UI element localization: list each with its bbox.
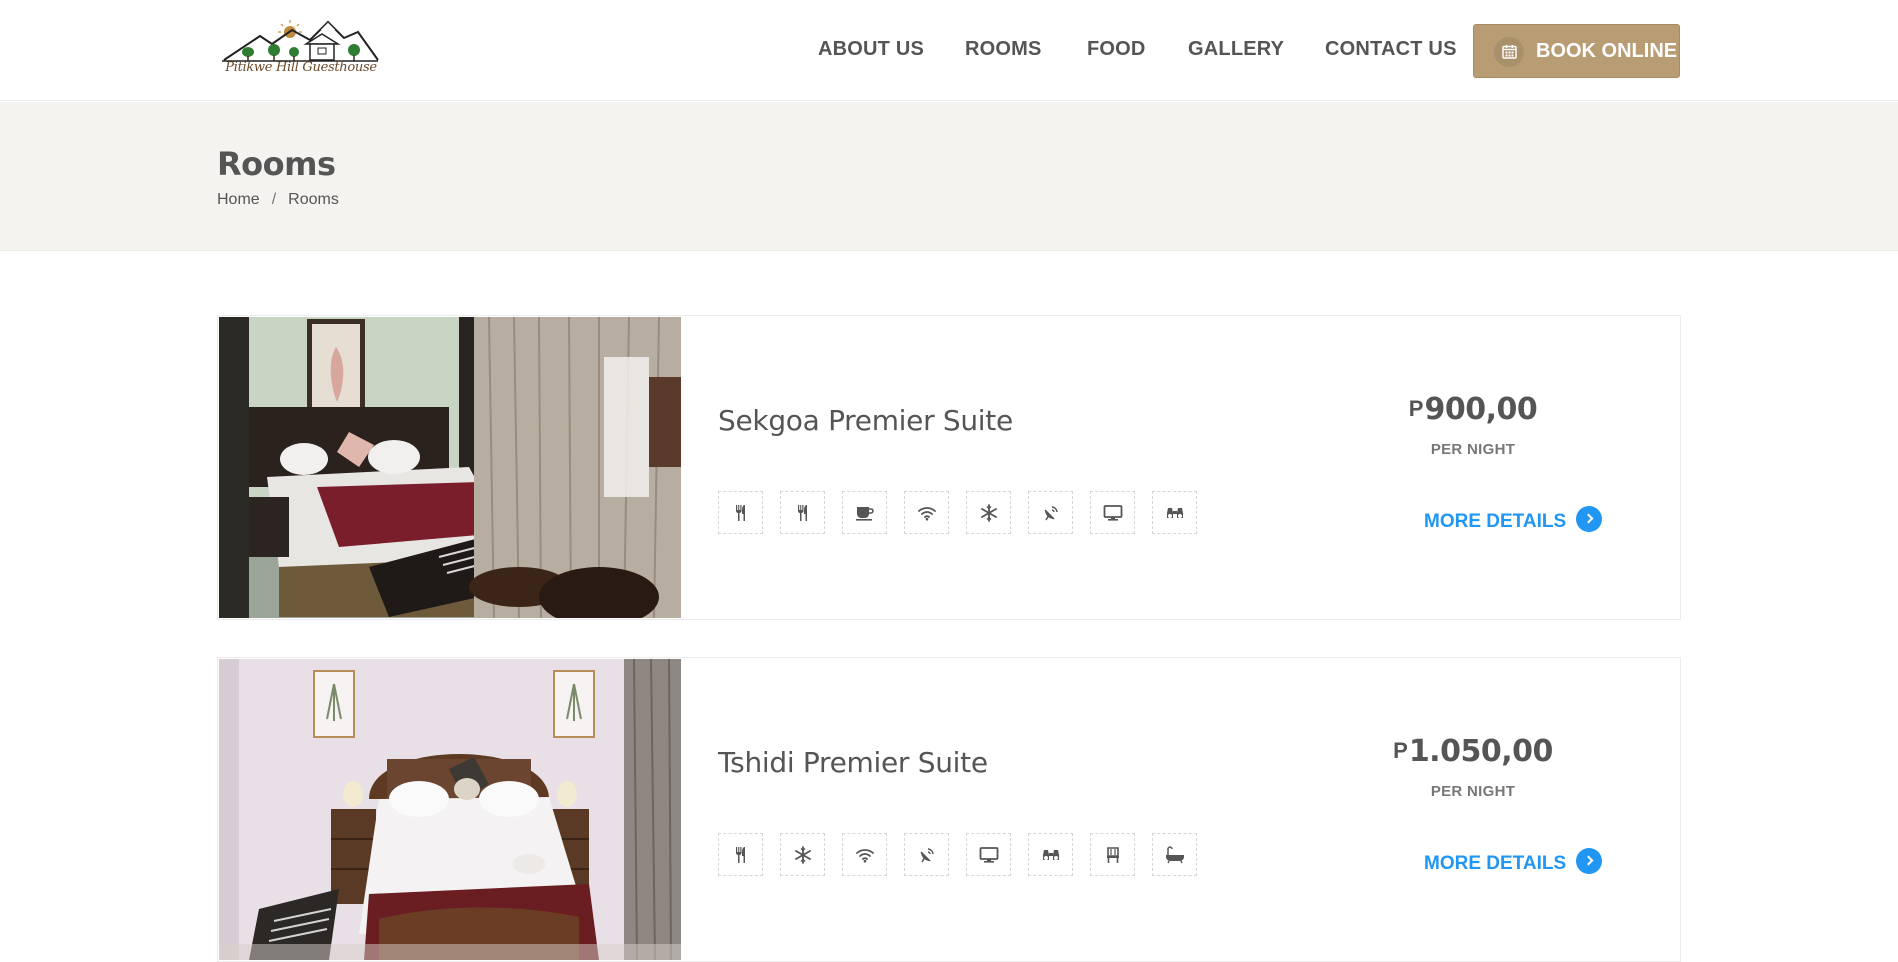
bathtub-icon [1152, 833, 1197, 876]
chevron-right-circle-icon [1576, 848, 1603, 874]
more-details-link[interactable]: MORE DETAILS [1424, 848, 1603, 875]
snowflake-icon [966, 491, 1011, 534]
room-price: P900,00 [1373, 392, 1573, 427]
page-title-band: Rooms Home / Rooms [0, 102, 1898, 251]
price-amount: 900,00 [1424, 392, 1538, 427]
site-logo[interactable]: Pitikwe Hill Guesthouse [220, 14, 380, 88]
price-amount: 1.050,00 [1408, 734, 1554, 769]
room-card-tshidi: Tshidi Premier Suite P1.050,00 PER NIGHT… [217, 657, 1681, 962]
room-card-sekgoa: Sekgoa Premier Suite P900,00 PER NIGHT M… [217, 315, 1681, 620]
logo-text: Pitikwe Hill Guesthouse [225, 60, 377, 75]
satellite-dish-icon [1028, 491, 1073, 534]
mountain-house-logo-icon [222, 20, 379, 62]
monitor-icon [1090, 491, 1135, 534]
room-price: P1.050,00 [1373, 734, 1573, 769]
chevron-right-circle-icon [1576, 506, 1603, 532]
snowflake-icon [780, 833, 825, 876]
coffee-cup-icon [842, 491, 887, 534]
nav-gallery[interactable]: GALLERY [1188, 38, 1284, 61]
book-online-button[interactable]: BOOK ONLINE [1473, 24, 1680, 78]
binoculars-icon [1028, 833, 1073, 876]
room-photo-tshidi[interactable] [219, 659, 681, 960]
room-name[interactable]: Tshidi Premier Suite [718, 746, 988, 779]
chair-icon [1090, 833, 1135, 876]
more-details-label: MORE DETAILS [1424, 511, 1567, 532]
wifi-icon [904, 491, 949, 534]
breadcrumb-current: Rooms [288, 191, 339, 208]
monitor-icon [966, 833, 1011, 876]
nav-contact-us[interactable]: CONTACT US [1325, 38, 1457, 61]
more-details-label: MORE DETAILS [1424, 853, 1567, 874]
nav-about-us[interactable]: ABOUT US [818, 38, 924, 61]
binoculars-icon [1152, 491, 1197, 534]
currency-symbol: P [1393, 738, 1408, 763]
nav-rooms[interactable]: ROOMS [965, 38, 1042, 61]
room-name[interactable]: Sekgoa Premier Suite [718, 404, 1013, 437]
page-title: Rooms [217, 145, 336, 183]
breadcrumb-home-link[interactable]: Home [217, 191, 260, 208]
wifi-icon [842, 833, 887, 876]
nav-food[interactable]: FOOD [1087, 38, 1146, 61]
price-unit: PER NIGHT [1430, 783, 1516, 800]
satellite-dish-icon [904, 833, 949, 876]
cutlery-icon [780, 491, 825, 534]
currency-symbol: P [1408, 396, 1424, 421]
more-details-link[interactable]: MORE DETAILS [1424, 506, 1603, 533]
site-header: Pitikwe Hill Guesthouse ABOUT US ROOMS F… [0, 0, 1898, 101]
cutlery-icon [718, 491, 763, 534]
calendar-icon [1494, 37, 1524, 67]
room-photo-sekgoa[interactable] [219, 317, 681, 618]
breadcrumb: Home / Rooms [217, 191, 339, 209]
price-unit: PER NIGHT [1430, 441, 1516, 458]
cutlery-icon [718, 833, 763, 876]
breadcrumb-separator: / [271, 191, 277, 208]
book-online-label: BOOK ONLINE [1536, 40, 1678, 62]
